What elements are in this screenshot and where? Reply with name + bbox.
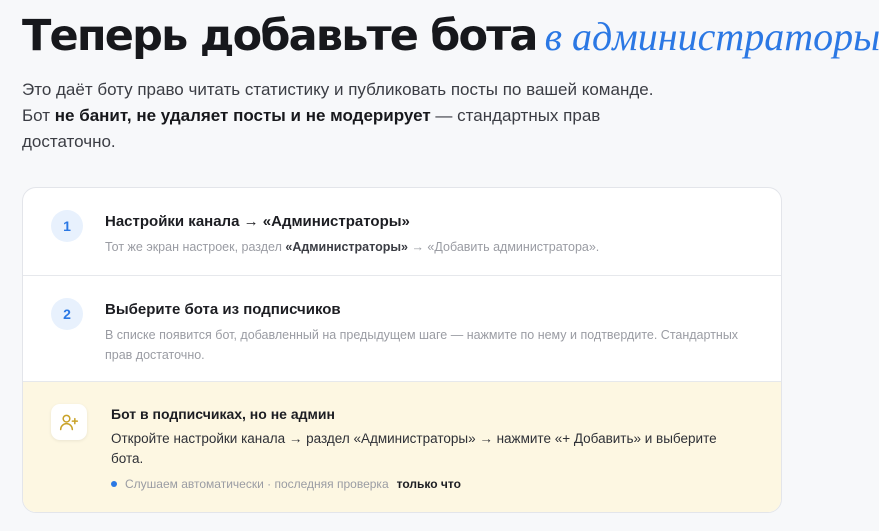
step-desc-prefix: Тот же экран настроек, раздел — [105, 240, 286, 254]
page-title: Теперь добавьте бота в администраторы — [22, 8, 879, 65]
step-description: В списке появится бот, добавленный на пр… — [105, 328, 739, 362]
step-number-badge: 1 — [51, 210, 83, 242]
warning-description: Откройте настройки канала → раздел «Адми… — [111, 431, 717, 466]
instructions-card: 1 Настройки канала → «Администраторы» То… — [22, 187, 782, 513]
step-number-badge: 2 — [51, 298, 83, 330]
step-title: Выберите бота из подписчиков — [105, 301, 341, 318]
step-2: 2 Выберите бота из подписчиков В списке … — [23, 276, 781, 382]
step-desc-suffix: → «Добавить администратора». — [407, 240, 600, 254]
warning-title: Бот в подписчиках, но не админ — [111, 406, 335, 422]
status-text: Слушаем автоматически · последняя провер… — [125, 477, 389, 491]
step-title: Настройки канала → «Администраторы» — [105, 213, 410, 230]
page-title-main: Теперь добавьте бота — [22, 11, 538, 61]
status-dot-icon — [111, 481, 117, 487]
intro-bold: не банит, не удаляет посты и не модериру… — [54, 106, 431, 125]
status-time: только что — [396, 477, 461, 491]
add-user-icon — [51, 404, 87, 440]
warning-banner: Бот в подписчиках, но не админ Откройте … — [23, 382, 781, 512]
intro-text: Это даёт боту право читать статистику и … — [22, 77, 672, 155]
page-title-accent: в администраторы — [544, 14, 879, 59]
step-desc-bold: «Администраторы» — [285, 240, 408, 254]
step-1: 1 Настройки канала → «Администраторы» То… — [23, 188, 781, 276]
step-description: Тот же экран настроек, раздел «Администр… — [105, 237, 745, 257]
status-indicator: Слушаем автоматически · последняя провер… — [111, 477, 461, 491]
